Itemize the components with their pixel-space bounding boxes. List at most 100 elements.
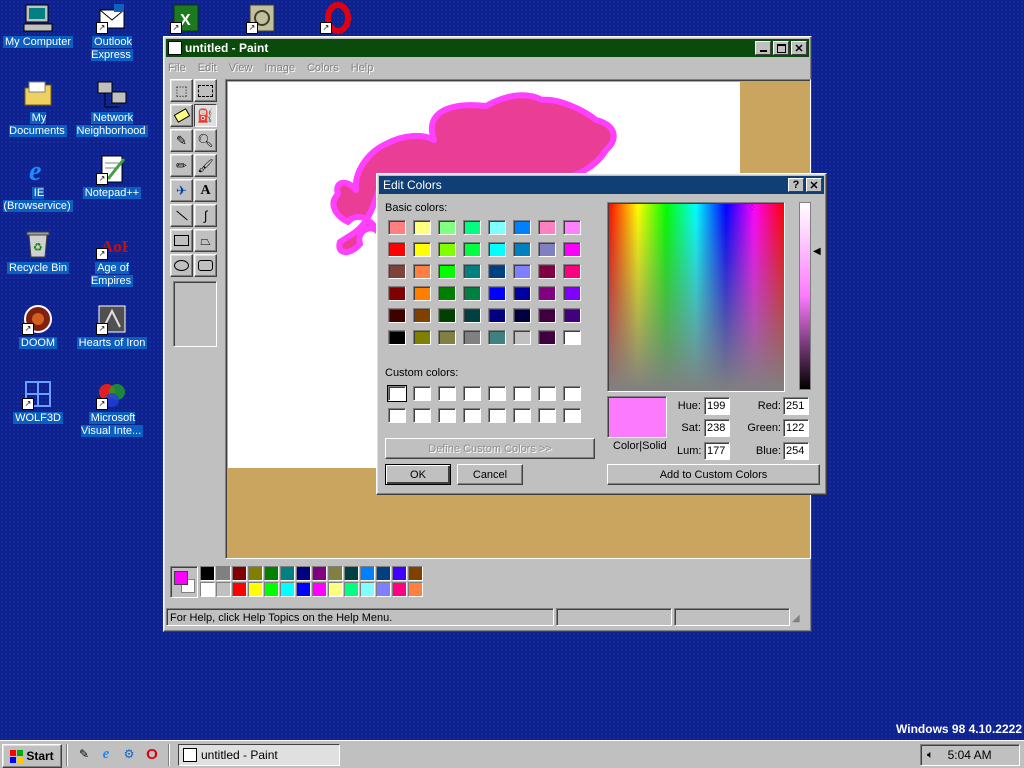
blue-field[interactable]: 254 — [783, 442, 809, 460]
tool-options-box[interactable] — [173, 281, 217, 347]
palette-swatch[interactable] — [264, 566, 279, 581]
custom-color-swatch[interactable] — [413, 386, 431, 401]
custom-color-swatch[interactable] — [387, 385, 407, 402]
custom-color-swatch[interactable] — [438, 386, 456, 401]
basic-color-swatch[interactable] — [388, 330, 406, 345]
palette-swatch[interactable] — [248, 566, 263, 581]
tool-line[interactable] — [170, 204, 193, 227]
taskbar-item-paint[interactable]: untitled - Paint — [178, 744, 340, 766]
tool-airbrush[interactable]: ✈︎ — [170, 179, 193, 202]
dialog-close-button[interactable]: ✕ — [806, 178, 822, 192]
menu-help[interactable]: Help — [351, 62, 374, 74]
tool-select[interactable] — [194, 79, 217, 102]
basic-color-swatch[interactable] — [413, 242, 431, 257]
desktop-icon-visual-interdev[interactable]: ↗ Microsoft Visual Inte... — [74, 378, 150, 438]
palette-swatch[interactable] — [360, 566, 375, 581]
basic-color-swatch[interactable] — [513, 308, 531, 323]
custom-color-swatch[interactable] — [488, 408, 506, 423]
basic-color-swatch[interactable] — [563, 242, 581, 257]
palette-swatch[interactable] — [344, 566, 359, 581]
palette-swatch[interactable] — [200, 566, 215, 581]
basic-color-swatch[interactable] — [538, 330, 556, 345]
custom-color-swatch[interactable] — [488, 386, 506, 401]
palette-swatch[interactable] — [200, 582, 215, 597]
clock[interactable]: 5:04 AM — [948, 748, 992, 762]
custom-color-swatch[interactable] — [463, 408, 481, 423]
desktop-icon-wolf3d[interactable]: ↗ WOLF3D — [0, 378, 76, 425]
basic-color-swatch[interactable] — [488, 330, 506, 345]
palette-swatch[interactable] — [376, 566, 391, 581]
current-colors-indicator[interactable] — [170, 566, 198, 598]
desktop-icon-my-documents[interactable]: My Documents — [0, 78, 76, 138]
palette-swatch[interactable] — [296, 566, 311, 581]
ok-button[interactable]: OK — [385, 464, 451, 485]
desktop-icon-my-computer[interactable]: My Computer — [0, 2, 76, 49]
palette-swatch[interactable] — [392, 582, 407, 597]
basic-color-swatch[interactable] — [438, 220, 456, 235]
basic-color-swatch[interactable] — [488, 220, 506, 235]
palette-swatch[interactable] — [344, 582, 359, 597]
menu-colors[interactable]: Colors — [307, 62, 339, 74]
basic-color-swatch[interactable] — [413, 220, 431, 235]
tool-polygon[interactable]: ⏢ — [194, 229, 217, 252]
sat-field[interactable]: 238 — [704, 419, 730, 437]
red-field[interactable]: 251 — [783, 397, 809, 415]
tool-pick-color[interactable]: ✎ — [170, 129, 193, 152]
basic-color-swatch[interactable] — [488, 264, 506, 279]
tool-ellipse[interactable] — [170, 254, 193, 277]
palette-swatch[interactable] — [264, 582, 279, 597]
basic-color-swatch[interactable] — [438, 330, 456, 345]
palette-swatch[interactable] — [328, 566, 343, 581]
maximize-button[interactable] — [773, 41, 789, 55]
palette-swatch[interactable] — [216, 582, 231, 597]
basic-color-swatch[interactable] — [463, 330, 481, 345]
basic-color-swatch[interactable] — [388, 242, 406, 257]
desktop-icon-notepad-plus-plus[interactable]: ↗ Notepad++ — [74, 153, 150, 200]
basic-color-swatch[interactable] — [463, 264, 481, 279]
tool-fill[interactable]: ⛽ — [194, 104, 217, 127]
tool-rounded-rectangle[interactable] — [194, 254, 217, 277]
desktop-icon-excel[interactable]: X ↗ — [148, 2, 224, 36]
palette-swatch[interactable] — [232, 582, 247, 597]
color-spectrum-picker[interactable]: ⁘ — [607, 202, 785, 392]
basic-color-swatch[interactable] — [513, 330, 531, 345]
basic-color-swatch[interactable] — [463, 308, 481, 323]
basic-color-swatch[interactable] — [538, 220, 556, 235]
basic-color-swatch[interactable] — [488, 242, 506, 257]
quicklaunch-edit-icon[interactable]: ✎ — [76, 746, 92, 762]
custom-color-swatch[interactable] — [563, 386, 581, 401]
basic-color-swatch[interactable] — [388, 286, 406, 301]
basic-color-swatch[interactable] — [563, 264, 581, 279]
basic-color-swatch[interactable] — [513, 242, 531, 257]
palette-swatch[interactable] — [312, 582, 327, 597]
desktop-icon-hearts-of-iron[interactable]: ↗ Hearts of Iron — [74, 303, 150, 350]
menu-image[interactable]: Image — [264, 62, 295, 74]
menu-file[interactable]: File — [168, 62, 186, 74]
resize-grip-icon[interactable]: ◢ — [792, 608, 806, 626]
basic-color-swatch[interactable] — [538, 264, 556, 279]
palette-swatch[interactable] — [232, 566, 247, 581]
palette-swatch[interactable] — [360, 582, 375, 597]
desktop-icon-recycle-bin[interactable]: ♻ Recycle Bin — [0, 228, 76, 275]
color-solid-label[interactable]: Color|Solid — [613, 440, 667, 452]
lum-field[interactable]: 177 — [704, 442, 730, 460]
desktop-icon-age-of-empires[interactable]: AoE ↗ Age of Empires — [74, 228, 150, 288]
basic-color-swatch[interactable] — [513, 286, 531, 301]
palette-swatch[interactable] — [280, 566, 295, 581]
custom-color-swatch[interactable] — [513, 408, 531, 423]
custom-color-swatch[interactable] — [413, 408, 431, 423]
desktop-icon-doom[interactable]: ↗ DOOM — [0, 303, 76, 350]
basic-color-swatch[interactable] — [463, 286, 481, 301]
dialog-titlebar[interactable]: Edit Colors ? ✕ — [379, 176, 824, 194]
menu-edit[interactable]: Edit — [198, 62, 217, 74]
palette-swatch[interactable] — [248, 582, 263, 597]
basic-color-swatch[interactable] — [413, 330, 431, 345]
desktop-icon-ie[interactable]: e IE (Browservice) — [0, 153, 76, 213]
custom-color-swatch[interactable] — [388, 408, 406, 423]
basic-color-swatch[interactable] — [413, 264, 431, 279]
palette-swatch[interactable] — [312, 566, 327, 581]
palette-swatch[interactable] — [376, 582, 391, 597]
help-button[interactable]: ? — [788, 178, 804, 192]
basic-color-swatch[interactable] — [388, 220, 406, 235]
tool-rectangle[interactable] — [170, 229, 193, 252]
